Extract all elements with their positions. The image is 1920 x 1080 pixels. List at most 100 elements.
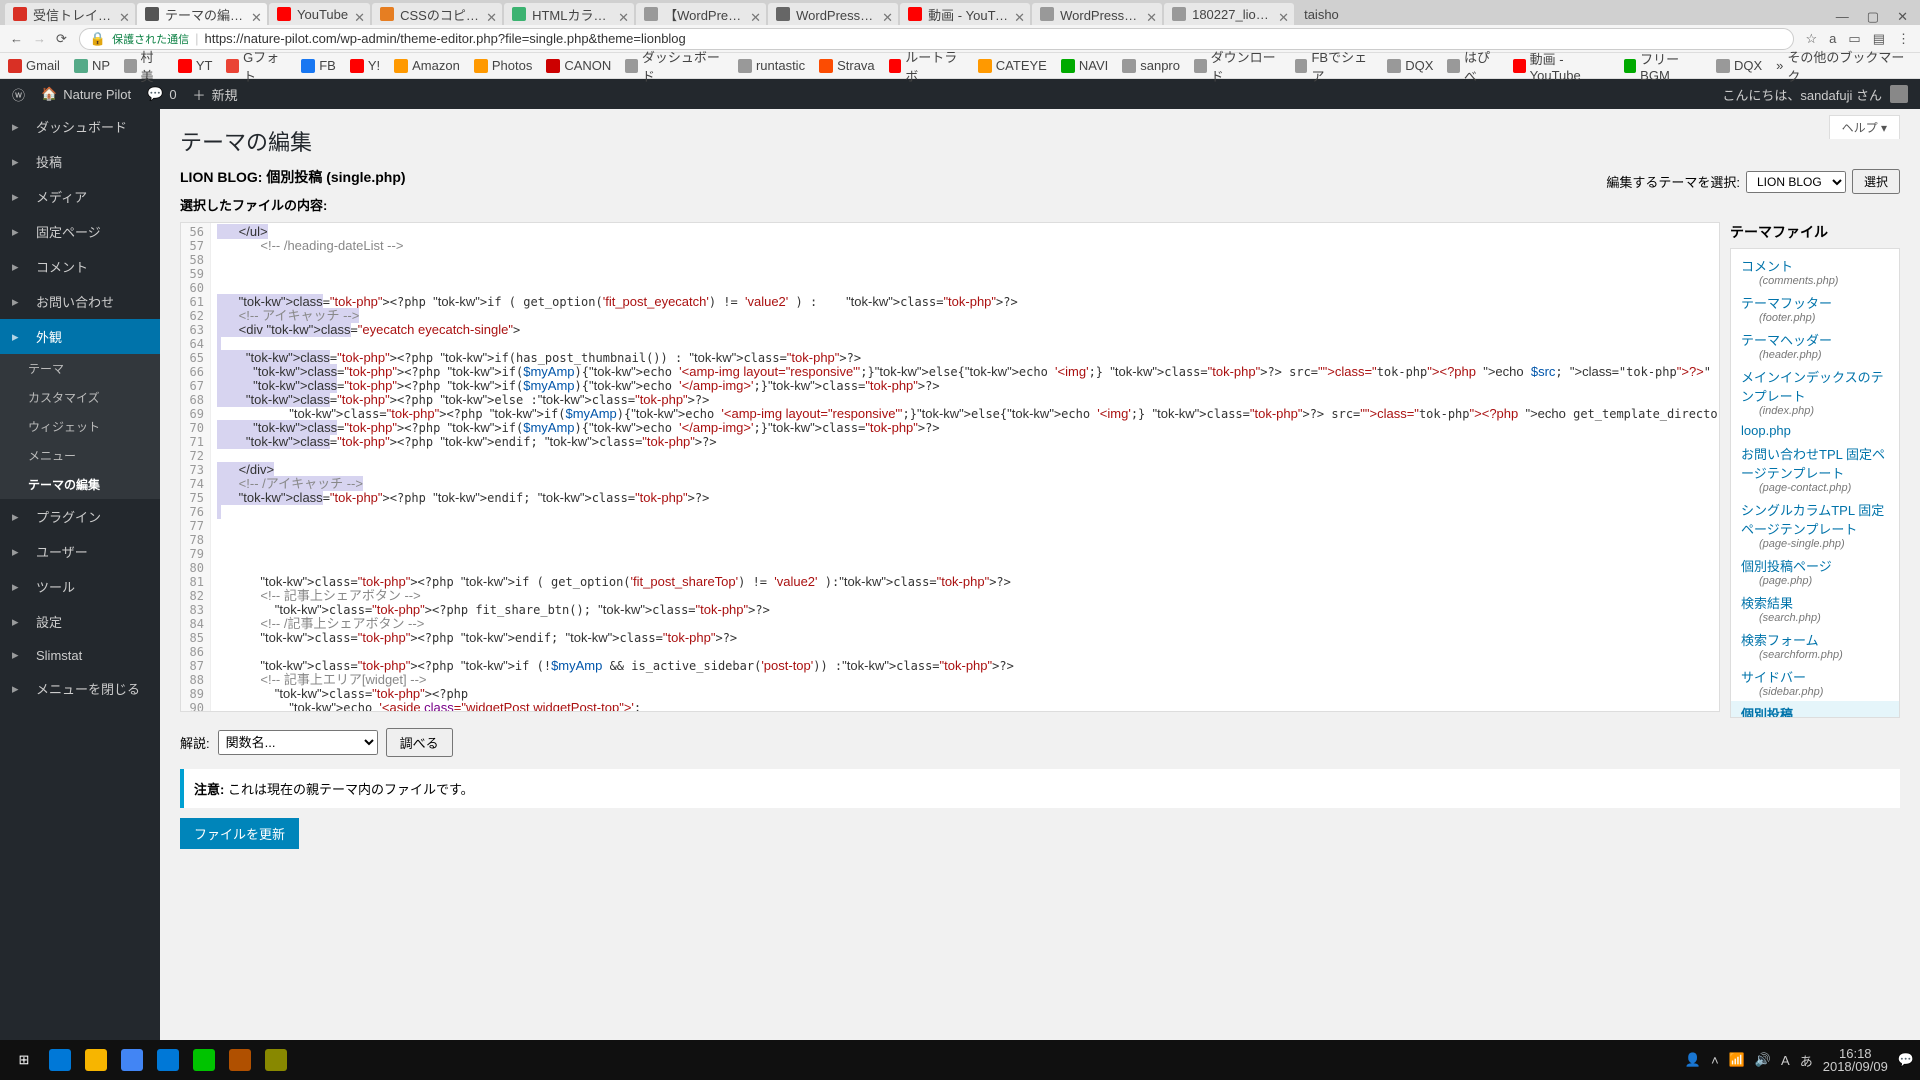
tab-close-icon[interactable]: ✕ <box>1278 10 1286 18</box>
bookmark-item[interactable]: Strava <box>819 47 875 85</box>
bookmark-item[interactable]: フリーBGM <box>1624 47 1702 85</box>
lookup-button[interactable]: 調べる <box>386 728 453 757</box>
wp-logo-icon[interactable]: ⓦ <box>12 85 25 104</box>
site-link[interactable]: 🏠 Nature Pilot <box>41 86 131 102</box>
forward-icon[interactable]: → <box>33 31 46 47</box>
sidebar-item[interactable]: ▸設定 <box>0 604 160 639</box>
tab-close-icon[interactable]: ✕ <box>251 10 259 18</box>
bookmark-item[interactable]: 村美 <box>124 47 164 85</box>
bookmark-item[interactable]: Y! <box>350 47 380 85</box>
ext-icon-2[interactable]: ▭ <box>1848 31 1860 47</box>
minimize-icon[interactable]: — <box>1836 9 1849 25</box>
tab-close-icon[interactable]: ✕ <box>882 10 890 18</box>
bookmark-item[interactable]: NAVI <box>1061 47 1108 85</box>
bookmark-item[interactable]: NP <box>74 47 110 85</box>
sidebar-subitem[interactable]: メニュー <box>0 441 160 470</box>
sidebar-item[interactable]: ▸コメント <box>0 249 160 284</box>
star-icon[interactable]: ☆ <box>1806 31 1818 47</box>
update-file-button[interactable]: ファイルを更新 <box>180 818 299 849</box>
bookmark-item[interactable]: FBでシェア <box>1295 47 1373 85</box>
bookmark-item[interactable]: runtastic <box>738 47 805 85</box>
browser-tab[interactable]: WordPressサイドバー✕ <box>768 3 898 25</box>
theme-file-item[interactable]: 個別投稿ページ(page.php) <box>1731 553 1899 590</box>
sidebar-subitem[interactable]: カスタマイズ <box>0 383 160 412</box>
ime-kana[interactable]: あ <box>1800 1051 1813 1070</box>
select-button[interactable]: 選択 <box>1852 169 1900 194</box>
sidebar-item[interactable]: ▸お問い合わせ <box>0 284 160 319</box>
sidebar-subitem[interactable]: テーマ <box>0 354 160 383</box>
tray-net-icon[interactable]: 📶 <box>1729 1052 1745 1068</box>
start-button[interactable]: ⊞ <box>6 1042 42 1078</box>
theme-file-item[interactable]: メインインデックスのテンプレート(index.php) <box>1731 364 1899 420</box>
taskbar-app[interactable] <box>222 1042 258 1078</box>
browser-tab[interactable]: テーマの編集 ‹ Nature✕ <box>137 3 267 25</box>
theme-file-item[interactable]: テーマフッター(footer.php) <box>1731 290 1899 327</box>
bookmark-item[interactable]: ダッシュボード <box>625 47 724 85</box>
browser-tab[interactable]: 【WordPress】投稿・✕ <box>636 3 766 25</box>
bookmark-item[interactable]: はぴべ <box>1447 47 1499 85</box>
theme-file-item[interactable]: 検索フォーム(searchform.php) <box>1731 627 1899 664</box>
theme-file-item[interactable]: お問い合わせTPL 固定ページテンプレート(page-contact.php) <box>1731 441 1899 497</box>
ext-icon-1[interactable]: a <box>1829 31 1836 47</box>
code-editor[interactable]: 56 57 58 59 60 61 62 63 64 65 66 67 68 6… <box>180 222 1720 712</box>
sidebar-item[interactable]: ▸ユーザー <box>0 534 160 569</box>
bookmark-item[interactable]: CANON <box>546 47 611 85</box>
theme-select[interactable]: LION BLOG <box>1746 171 1846 193</box>
new-link[interactable]: ＋ 新規 <box>193 85 238 104</box>
sidebar-item[interactable]: ▸メディア <box>0 179 160 214</box>
maximize-icon[interactable]: ▢ <box>1867 9 1879 25</box>
bookmark-item[interactable]: YT <box>178 47 213 85</box>
taskbar-app[interactable] <box>186 1042 222 1078</box>
sidebar-subitem[interactable]: テーマの編集 <box>0 470 160 499</box>
ime-a[interactable]: A <box>1781 1053 1790 1068</box>
taskbar-app[interactable] <box>114 1042 150 1078</box>
taskbar-app[interactable] <box>150 1042 186 1078</box>
tab-close-icon[interactable]: ✕ <box>1014 10 1022 18</box>
sidebar-item[interactable]: ▸プラグイン <box>0 499 160 534</box>
bookmark-item[interactable]: ダウンロード <box>1194 47 1281 85</box>
avatar[interactable] <box>1890 85 1908 103</box>
bookmark-item[interactable]: ルートラボ <box>889 47 964 85</box>
theme-file-item[interactable]: コメント(comments.php) <box>1731 253 1899 290</box>
bookmark-item[interactable]: 動画 - YouTube <box>1513 47 1610 85</box>
sidebar-item[interactable]: ▸Slimstat <box>0 639 160 671</box>
bookmark-item[interactable]: Photos <box>474 47 532 85</box>
theme-file-item[interactable]: loop.php <box>1731 420 1899 441</box>
theme-file-item[interactable]: テーマヘッダー(header.php) <box>1731 327 1899 364</box>
tray-vol-icon[interactable]: 🔊 <box>1755 1052 1771 1068</box>
taskbar-app[interactable] <box>42 1042 78 1078</box>
close-icon[interactable]: ✕ <box>1897 9 1908 25</box>
reload-icon[interactable]: ⟳ <box>56 31 67 47</box>
sidebar-subitem[interactable]: ウィジェット <box>0 412 160 441</box>
bookmark-item[interactable]: CATEYE <box>978 47 1047 85</box>
notifications-icon[interactable]: 💬 <box>1898 1052 1914 1068</box>
tray-up-icon[interactable]: ˄ <box>1711 1053 1719 1068</box>
browser-tab[interactable]: 動画 - YouTube✕ <box>900 3 1030 25</box>
theme-file-item[interactable]: シングルカラムTPL 固定ページテンプレート(page-single.php) <box>1731 497 1899 553</box>
bookmark-item[interactable]: Amazon <box>394 47 460 85</box>
tab-close-icon[interactable]: ✕ <box>750 10 758 18</box>
browser-tab[interactable]: CSSのコピペだけ！おし✕ <box>372 3 502 25</box>
tab-close-icon[interactable]: ✕ <box>486 10 494 18</box>
tray-people-icon[interactable]: 👤 <box>1685 1052 1701 1068</box>
taskbar-app[interactable] <box>78 1042 114 1078</box>
tab-close-icon[interactable]: ✕ <box>618 10 626 18</box>
bookmark-item[interactable]: DQX <box>1716 47 1762 85</box>
sidebar-item[interactable]: ▸メニューを閉じる <box>0 671 160 706</box>
tab-close-icon[interactable]: ✕ <box>354 10 362 18</box>
theme-file-item[interactable]: 検索結果(search.php) <box>1731 590 1899 627</box>
browser-tab[interactable]: 180227_lionblog1.jp✕ <box>1164 3 1294 25</box>
comments-link[interactable]: 💬 0 <box>147 86 176 102</box>
bookmark-item[interactable]: FB <box>301 47 336 85</box>
sidebar-item[interactable]: ▸ダッシュボード <box>0 109 160 144</box>
tab-close-icon[interactable]: ✕ <box>1146 10 1154 18</box>
bookmark-item[interactable]: sanpro <box>1122 47 1180 85</box>
sidebar-item[interactable]: ▸外観 <box>0 319 160 354</box>
browser-tab[interactable]: HTMLカラーコード✕ <box>504 3 634 25</box>
clock[interactable]: 16:182018/09/09 <box>1823 1047 1888 1073</box>
browser-tab[interactable]: 受信トレイ - taisho22✕ <box>5 3 135 25</box>
other-bookmarks[interactable]: » その他のブックマーク <box>1776 47 1912 85</box>
taskbar-app[interactable] <box>258 1042 294 1078</box>
help-tab[interactable]: ヘルプ ▾ <box>1829 115 1900 139</box>
ext-icon-3[interactable]: ▤ <box>1873 31 1885 47</box>
